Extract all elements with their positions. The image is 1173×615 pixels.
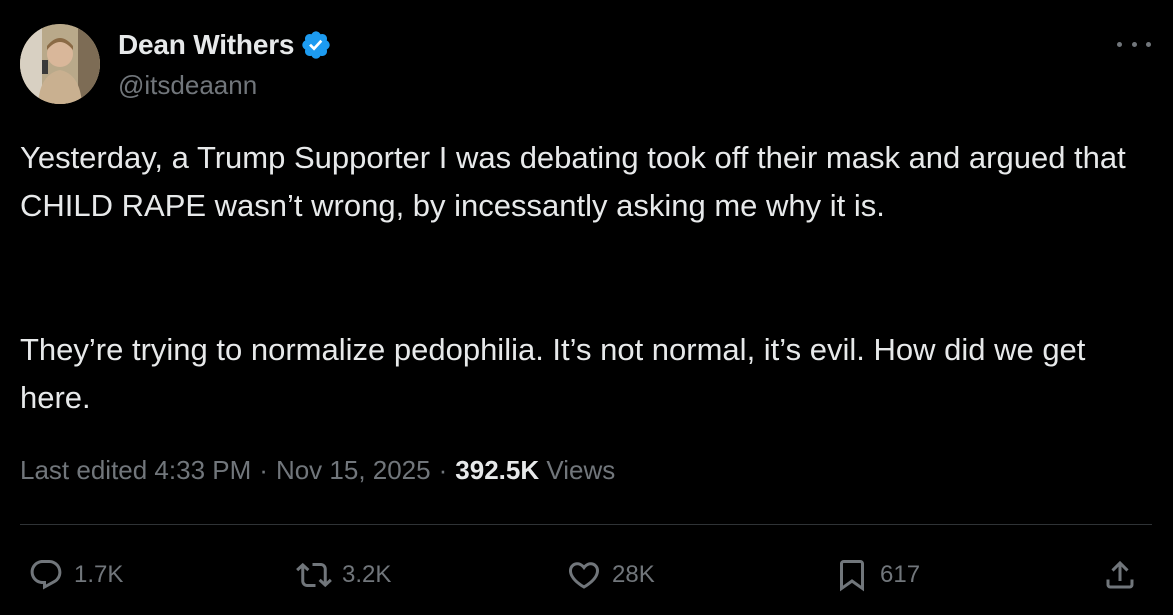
meta-separator: · [438, 455, 448, 485]
author-handle[interactable]: @itsdeaann [118, 70, 257, 101]
action-bar: 1.7K 3.2K 28K 617 [0, 550, 1173, 600]
share-button[interactable] [1102, 550, 1138, 600]
share-icon [1106, 560, 1134, 589]
tweet-meta: Last edited 4:33 PM · Nov 15, 2025 · 392.5K … [20, 455, 615, 486]
repost-button[interactable]: 3.2K [296, 550, 391, 600]
divider [20, 524, 1152, 525]
avatar-image [20, 24, 100, 104]
verified-badge-icon[interactable] [300, 29, 332, 61]
meta-separator: · [259, 455, 268, 485]
more-options-icon[interactable] [1117, 30, 1151, 58]
reply-count: 1.7K [74, 561, 124, 588]
author-name-row: Dean Withers [118, 28, 332, 62]
dot [1146, 41, 1151, 47]
bookmark-icon [840, 560, 864, 592]
like-count: 28K [612, 561, 655, 588]
bookmark-count: 617 [880, 561, 921, 588]
reply-icon [30, 560, 62, 590]
edited-timestamp[interactable]: Last edited 4:33 PM [20, 455, 251, 485]
repost-icon [296, 562, 332, 588]
avatar[interactable] [20, 24, 100, 104]
repost-count: 3.2K [342, 561, 392, 588]
dot [1117, 41, 1122, 47]
tweet-card: Dean Withers @itsdeaann Yesterday, a Tru… [0, 0, 1173, 615]
reply-button[interactable]: 1.7K [28, 550, 123, 600]
like-button[interactable]: 28K [566, 550, 655, 600]
bookmark-button[interactable]: 617 [834, 550, 920, 600]
views-label: Views [546, 455, 616, 485]
post-date[interactable]: Nov 15, 2025 [276, 455, 431, 485]
dot [1131, 41, 1137, 47]
author-display-name[interactable]: Dean Withers [118, 29, 294, 61]
tweet-text-paragraph-2: They’re trying to normalize pedophilia. … [20, 332, 1095, 415]
views-count: 392.5K [455, 455, 540, 485]
heart-icon [568, 562, 600, 589]
tweet-text-paragraph-1: Yesterday, a Trump Supporter I was debat… [20, 140, 1135, 223]
